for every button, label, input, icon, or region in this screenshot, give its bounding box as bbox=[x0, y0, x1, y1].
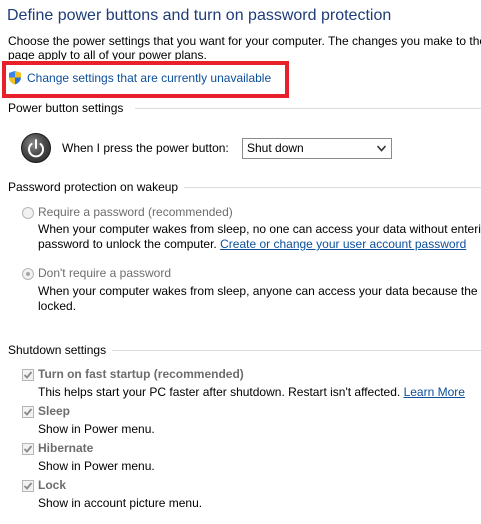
hibernate-label: Hibernate bbox=[38, 441, 94, 455]
intro-text-line2-clip: page apply to all of your power plans. bbox=[0, 48, 481, 60]
power-button-section-label: Power button settings bbox=[8, 101, 124, 115]
password-section-label: Password protection on wakeup bbox=[8, 180, 179, 194]
fast-startup-desc: This helps start your PC faster after sh… bbox=[38, 385, 465, 400]
hibernate-desc: Show in Power menu. bbox=[38, 459, 155, 473]
fast-startup-desc-text: This helps start your PC faster after sh… bbox=[38, 385, 401, 399]
change-password-link[interactable]: Create or change your user account passw… bbox=[220, 237, 466, 251]
power-button-action-value: Shut down bbox=[247, 141, 304, 155]
chevron-down-icon bbox=[377, 145, 386, 152]
dont-require-password-radio[interactable] bbox=[22, 268, 34, 280]
uac-shield-icon bbox=[9, 71, 21, 85]
change-settings-link[interactable]: Change settings that are currently unava… bbox=[27, 71, 271, 85]
hibernate-checkbox[interactable] bbox=[22, 443, 34, 455]
checkmark-icon bbox=[23, 371, 33, 379]
sleep-desc: Show in Power menu. bbox=[38, 422, 155, 436]
require-password-desc-line2: password to unlock the computer. Create … bbox=[38, 237, 466, 252]
intro-text-line1: Choose the power settings that you want … bbox=[8, 34, 481, 48]
dont-require-password-desc-line1: When your computer wakes from sleep, any… bbox=[38, 284, 481, 298]
checkmark-icon bbox=[23, 445, 33, 453]
checkmark-icon bbox=[23, 482, 33, 490]
require-password-desc-line1: When your computer wakes from sleep, no … bbox=[38, 222, 481, 236]
power-button-action-select[interactable]: Shut down bbox=[242, 138, 392, 159]
fast-startup-checkbox[interactable] bbox=[22, 369, 34, 381]
power-button-label: When I press the power button: bbox=[62, 141, 229, 155]
power-button-icon bbox=[21, 133, 51, 163]
radio-selected-dot bbox=[26, 272, 30, 276]
lock-checkbox[interactable] bbox=[22, 480, 34, 492]
dont-require-password-desc-line2: locked. bbox=[38, 299, 77, 313]
intro-text-line2: page apply to all of your power plans. bbox=[8, 48, 207, 60]
require-password-radio[interactable] bbox=[22, 207, 34, 219]
section-divider bbox=[112, 350, 481, 351]
section-divider bbox=[184, 187, 481, 188]
require-password-desc-text: password to unlock the computer. bbox=[38, 237, 217, 251]
page-title: Define power buttons and turn on passwor… bbox=[7, 7, 392, 24]
dont-require-password-label: Don't require a password bbox=[38, 266, 172, 280]
sleep-checkbox[interactable] bbox=[22, 406, 34, 418]
section-divider bbox=[135, 108, 481, 109]
sleep-label: Sleep bbox=[38, 404, 71, 418]
fast-startup-label: Turn on fast startup (recommended) bbox=[38, 367, 244, 381]
lock-label: Lock bbox=[38, 478, 67, 492]
lock-desc: Show in account picture menu. bbox=[38, 496, 203, 510]
shutdown-section-label: Shutdown settings bbox=[8, 343, 107, 357]
require-password-label: Require a password (recommended) bbox=[38, 205, 233, 219]
learn-more-link[interactable]: Learn More bbox=[404, 385, 465, 399]
checkmark-icon bbox=[23, 408, 33, 416]
